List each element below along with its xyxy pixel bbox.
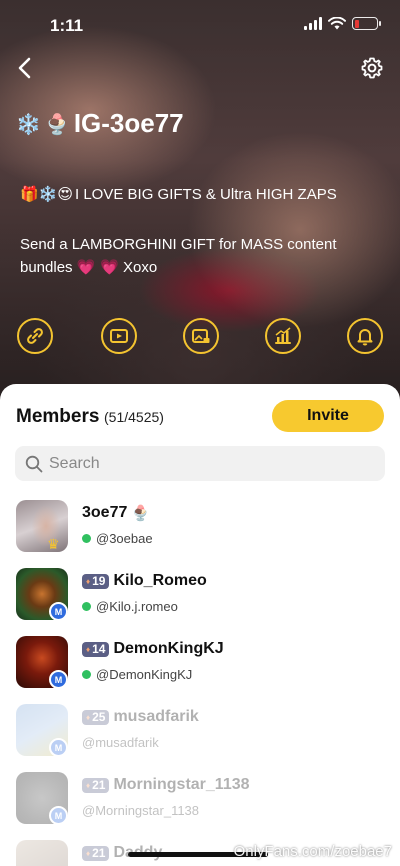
member-name-row: ♦ 21 Morningstar_1138 [82, 776, 250, 794]
stats-button[interactable] [265, 318, 301, 354]
bio-text-2-tail: Xoxo [123, 259, 158, 276]
avatar [16, 840, 68, 866]
level-badge: ♦ 14 [82, 641, 110, 657]
members-count: (51/4525) [104, 409, 164, 425]
member-row[interactable]: M ♦ 19 Kilo_Romeo @Kilo.j.romeo [0, 568, 400, 630]
m-badge: M [49, 670, 68, 689]
channel-title: ❄️ 🍨 IG-3oe77 [16, 108, 184, 139]
level-badge: ♦ 19 [82, 573, 110, 589]
member-name: Kilo_Romeo [113, 572, 207, 589]
level-badge: ♦ 21 [82, 845, 110, 861]
status-icons [304, 17, 381, 30]
snowflake-emoji: ❄️ [16, 111, 41, 136]
level-badge: ♦ 25 [82, 709, 110, 725]
locked-media-button[interactable] [183, 318, 219, 354]
members-panel: Members (51/4525) Invite ♛ 3oe77 🍨 @3oeb… [0, 384, 400, 866]
locked-image-icon [192, 329, 210, 343]
video-icon [110, 329, 128, 343]
member-row[interactable]: ♛ 3oe77 🍨 @3oebae [0, 500, 400, 562]
m-badge: M [49, 738, 68, 757]
notifications-button[interactable] [347, 318, 383, 354]
member-handle-row: @3oebae [82, 531, 153, 546]
chevron-left-icon[interactable] [14, 56, 38, 80]
member-handle: @3oebae [96, 531, 153, 546]
member-name-row: ♦ 14 DemonKingKJ [82, 640, 224, 658]
member-handle: @Kilo.j.romeo [96, 599, 178, 614]
channel-name: IG-3oe77 [73, 108, 184, 138]
member-handle-row: @musadfarik [82, 735, 159, 750]
m-badge: M [49, 806, 68, 825]
bio-text-1: I LOVE BIG GIFTS & Ultra HIGH ZAPS [75, 186, 337, 203]
bio-line-2: Send a LAMBORGHINI GIFT for MASS content… [20, 233, 380, 279]
search-input[interactable] [49, 454, 369, 473]
member-row[interactable]: M ♦ 21 Morningstar_1138 @Morningstar_1138 [0, 772, 400, 834]
member-name-row: ♦ 25 musadfarik [82, 708, 199, 726]
bio-emoji: 🎁❄️😍 [20, 185, 73, 203]
online-indicator [82, 534, 91, 543]
link-button[interactable] [17, 318, 53, 354]
ice-cream-emoji: 🍨 [44, 111, 70, 136]
m-badge: M [49, 602, 68, 621]
cellular-signal-icon [304, 17, 322, 30]
member-row[interactable]: M ♦ 14 DemonKingKJ @DemonKingKJ [0, 636, 400, 698]
member-handle-row: @DemonKingKJ [82, 667, 192, 682]
member-handle-row: @Morningstar_1138 [82, 803, 199, 818]
stats-icon [275, 327, 291, 344]
level-badge: ♦ 21 [82, 777, 110, 793]
member-name: Morningstar_1138 [113, 776, 250, 793]
bio-line-1: 🎁❄️😍 I LOVE BIG GIFTS & Ultra HIGH ZAPS [20, 183, 337, 206]
channel-header: 1:11 ❄️ 🍨 IG-3oe77 🎁❄️😍 I LOVE BIG GIFTS… [0, 0, 400, 400]
member-row[interactable]: M ♦ 25 musadfarik @musadfarik [0, 704, 400, 766]
invite-button[interactable]: Invite [272, 400, 384, 432]
member-handle: @DemonKingKJ [96, 667, 193, 682]
online-indicator [82, 602, 91, 611]
heart-emoji: 💗 💗 [76, 258, 119, 276]
ice-cream-emoji: 🍨 [131, 504, 151, 522]
link-icon [27, 328, 43, 344]
search-bar[interactable] [15, 446, 385, 481]
battery-icon [352, 17, 381, 30]
status-time: 1:11 [50, 16, 84, 35]
member-name: musadfarik [113, 708, 199, 725]
channel-actions [0, 318, 400, 354]
member-handle: @musadfarik [82, 735, 159, 750]
wifi-icon [328, 17, 346, 30]
bell-icon [357, 329, 373, 346]
members-title: Members [16, 406, 100, 427]
member-name-row: ♦ 19 Kilo_Romeo [82, 572, 207, 590]
bio-text-2: Send a LAMBORGHINI GIFT for MASS content… [20, 236, 337, 276]
status-bar: 1:11 [0, 0, 400, 50]
watermark: OnlyFans.com/zoebae7 [233, 843, 392, 860]
online-indicator [82, 670, 91, 679]
avatar [16, 500, 68, 552]
member-name-row: 3oe77 🍨 [82, 504, 150, 522]
crown-icon: ♛ [47, 536, 60, 552]
member-name: 3oe77 [82, 504, 128, 521]
member-name: DemonKingKJ [113, 640, 224, 657]
member-handle: @Morningstar_1138 [82, 803, 200, 818]
member-handle-row: @Kilo.j.romeo [82, 599, 178, 614]
search-icon [25, 455, 43, 472]
video-button[interactable] [101, 318, 137, 354]
gear-icon[interactable] [360, 56, 384, 80]
